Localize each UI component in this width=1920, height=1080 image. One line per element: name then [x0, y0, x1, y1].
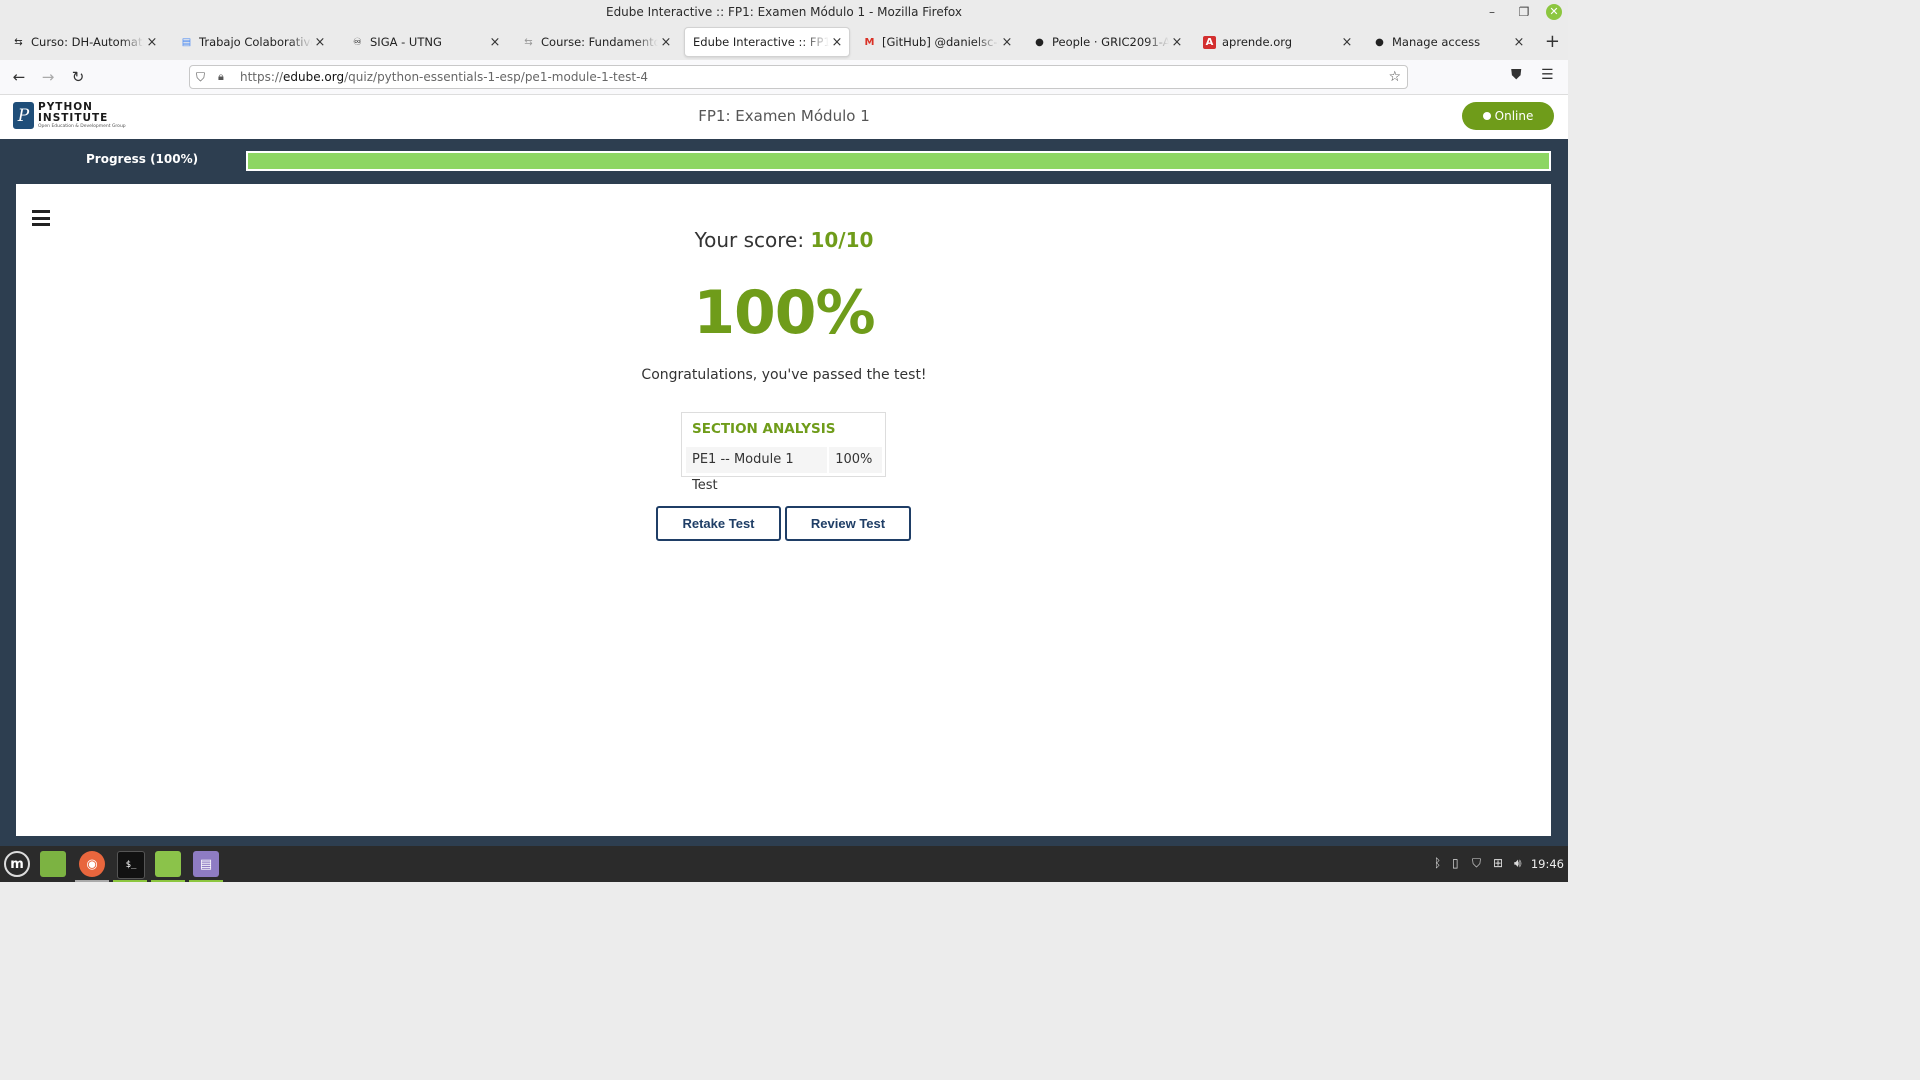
close-tab-icon[interactable]: × — [1511, 35, 1527, 50]
page-title: FP1: Examen Módulo 1 — [698, 107, 870, 125]
online-status-badge[interactable]: Online — [1462, 102, 1554, 130]
status-label: Online — [1494, 109, 1534, 123]
section-analysis-box: SECTION ANALYSIS PE1 -- Module 1 Test 10… — [681, 412, 886, 493]
forward-icon[interactable]: → — [38, 67, 58, 87]
files-icon[interactable] — [155, 851, 181, 877]
github-icon: ● — [1035, 36, 1044, 48]
gmail-icon: M — [864, 36, 875, 48]
progress-section: Progress (100%) — [0, 139, 1568, 184]
firefox-icon[interactable]: ◉ — [79, 851, 105, 877]
shield-tray-icon[interactable]: ⛉ — [1472, 856, 1481, 871]
tab-aprende[interactable]: A aprende.org × — [1195, 27, 1359, 57]
minimize-icon[interactable]: – — [1482, 2, 1502, 22]
tab-people-github[interactable]: ● People · GRIC2091-Autom × — [1025, 27, 1189, 57]
progress-bar — [246, 151, 1551, 171]
clipboard-icon[interactable]: ▯ — [1452, 856, 1459, 870]
section-row: PE1 -- Module 1 Test 100% — [686, 447, 882, 493]
progress-label: Progress (100%) — [86, 152, 199, 166]
menu-icon[interactable]: ☰ — [1541, 67, 1554, 83]
siga-icon: ♾ — [353, 36, 362, 48]
window-titlebar: Edube Interactive :: FP1: Examen Módulo … — [0, 0, 1568, 24]
close-tab-icon[interactable]: × — [999, 35, 1015, 50]
close-tab-icon[interactable]: × — [487, 35, 503, 50]
section-name: PE1 -- Module 1 Test — [686, 447, 828, 493]
docs-icon: ▤ — [181, 36, 192, 48]
site-header: P PYTHON INSTITUTE Open Education & Deve… — [0, 95, 1568, 139]
progress-bar-fill — [248, 153, 1549, 169]
window-title: Edube Interactive :: FP1: Examen Módulo … — [605, 5, 962, 19]
taskbar: m ◉ $_ ▤ ᛒ ▯ ⛉ ⊞ 🔊︎ 19:46 — [0, 846, 1568, 882]
score-label: Your score: — [694, 228, 805, 252]
navigation-bar: ← → ↻ ⛉ 🔒︎ https://edube.org/quiz/python… — [0, 60, 1568, 95]
window-controls: – ❐ ✕ — [1482, 2, 1562, 22]
tab-bar: ⇆ Curso: DH-Automatización × ▤ Trabajo C… — [0, 24, 1568, 60]
tab-siga[interactable]: ♾ SIGA - UTNG × — [343, 27, 507, 57]
active-indicator — [151, 880, 185, 882]
tab-manage-access[interactable]: ● Manage access × — [1365, 27, 1531, 57]
lock-icon[interactable]: 🔒︎ — [218, 66, 224, 88]
new-tab-icon[interactable]: + — [1545, 31, 1560, 52]
mint-menu-icon[interactable]: m — [4, 851, 30, 877]
reload-icon[interactable]: ↻ — [68, 67, 88, 87]
retake-test-button[interactable]: Retake Test — [656, 506, 781, 541]
bluetooth-icon[interactable]: ᛒ — [1434, 856, 1441, 870]
shield-icon[interactable]: ⛉ — [196, 66, 205, 88]
close-tab-icon[interactable]: × — [829, 35, 845, 50]
close-tab-icon[interactable]: × — [1339, 35, 1355, 50]
logo-tagline: Open Education & Development Group — [38, 124, 126, 129]
hamburger-menu-icon[interactable] — [32, 210, 50, 226]
pocket-icon[interactable]: ⛊ — [1511, 67, 1522, 83]
close-tab-icon[interactable]: × — [144, 35, 160, 50]
score-value: 10/10 — [810, 228, 874, 252]
bookmark-star-icon[interactable]: ☆ — [1388, 66, 1401, 88]
volume-icon[interactable]: 🔊︎ — [1514, 856, 1522, 871]
text-editor-icon[interactable]: ▤ — [193, 851, 219, 877]
back-icon[interactable]: ← — [9, 67, 29, 87]
tab-label: Manage access — [1392, 35, 1481, 49]
review-test-button[interactable]: Review Test — [785, 506, 911, 541]
section-percent: 100% — [829, 447, 882, 473]
close-tab-icon[interactable]: × — [312, 35, 328, 50]
tab-label: SIGA - UTNG — [370, 35, 442, 49]
tab-label: Curso: DH-Automatización — [31, 35, 144, 49]
pass-message: Congratulations, you've passed the test! — [641, 367, 927, 383]
url-bar[interactable]: ⛉ 🔒︎ https://edube.org/quiz/python-essen… — [189, 65, 1408, 89]
course-icon: ⇆ — [14, 36, 23, 48]
terminal-icon[interactable]: $_ — [117, 851, 145, 879]
tab-label: aprende.org — [1222, 35, 1293, 49]
close-tab-icon[interactable]: × — [1169, 35, 1185, 50]
active-indicator — [189, 880, 223, 882]
score-line: Your score: 10/10 — [0, 228, 1568, 252]
tab-edube-active[interactable]: Edube Interactive :: FP1: Examen × — [684, 27, 850, 57]
tab-course-fundamentos[interactable]: ⇆ Course: Fundamentos de × — [514, 27, 678, 57]
network-icon[interactable]: ⊞ — [1493, 856, 1503, 870]
score-percent: 100% — [693, 278, 875, 348]
clock[interactable]: 19:46 — [1531, 857, 1564, 871]
close-tab-icon[interactable]: × — [658, 35, 674, 50]
maximize-icon[interactable]: ❐ — [1514, 2, 1534, 22]
tab-label: Edube Interactive :: FP1: Examen — [693, 35, 829, 49]
show-desktop-icon[interactable] — [40, 851, 66, 877]
tab-label: Trabajo Colaborativo - Docs — [199, 35, 312, 49]
url-text[interactable]: https://edube.org/quiz/python-essentials… — [240, 66, 648, 88]
tab-trabajo-colaborativo[interactable]: ▤ Trabajo Colaborativo - Docs × — [172, 27, 332, 57]
section-analysis-title: SECTION ANALYSIS — [692, 421, 836, 437]
course-icon: ⇆ — [524, 36, 533, 48]
github-icon: ● — [1375, 36, 1384, 48]
close-window-icon[interactable]: ✕ — [1546, 4, 1562, 20]
active-indicator — [113, 880, 147, 882]
status-dot-icon — [1482, 112, 1491, 120]
tab-label: [GitHub] @danielsc-utng — [882, 35, 999, 49]
tab-curso-dh[interactable]: ⇆ Curso: DH-Automatización × — [4, 27, 164, 57]
aprende-icon: A — [1203, 35, 1216, 49]
tab-github-gmail[interactable]: M [GitHub] @danielsc-utng × — [855, 27, 1019, 57]
tab-label: Course: Fundamentos de — [541, 35, 658, 49]
active-indicator — [75, 880, 109, 882]
tab-label: People · GRIC2091-Autom — [1052, 35, 1169, 49]
